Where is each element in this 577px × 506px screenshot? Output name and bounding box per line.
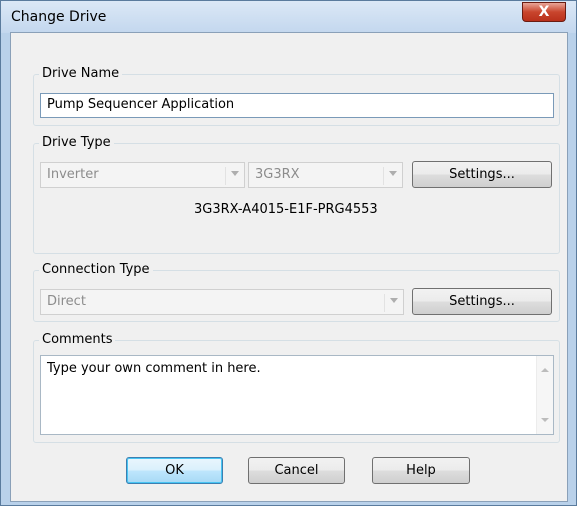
comments-group: Comments Type your own comment in here. [33,332,560,443]
help-button[interactable]: Help [372,457,470,484]
drive-name-input[interactable]: Pump Sequencer Application [40,93,554,118]
drive-series-separator [383,167,384,185]
close-button[interactable]: X [522,2,566,22]
chevron-down-icon [231,171,239,176]
comments-scrollbar[interactable] [536,356,553,434]
window-title: Change Drive [11,9,107,25]
drive-type-legend: Drive Type [39,135,114,150]
dialog-body: Drive Name Pump Sequencer Application Dr… [10,32,568,502]
close-icon: X [538,4,550,20]
drive-name-group: Drive Name Pump Sequencer Application [33,66,560,126]
connection-type-select[interactable]: Direct [40,289,404,315]
drive-model-text: 3G3RX-A4015-E1F-PRG4553 [194,202,378,217]
comments-text: Type your own comment in here. [47,361,261,376]
comments-textarea[interactable]: Type your own comment in here. [40,355,554,435]
title-bar[interactable]: Change Drive X [1,1,576,33]
drive-type-separator [225,167,226,185]
connection-settings-button[interactable]: Settings... [412,288,552,315]
drive-type-group: Drive Type Inverter 3G3RX Settings... 3G… [33,135,560,254]
scroll-up-icon[interactable] [541,368,549,372]
connection-type-value: Direct [47,294,86,309]
drive-type-value: Inverter [47,167,99,182]
ok-button[interactable]: OK [126,457,223,484]
chevron-down-icon [389,171,397,176]
drive-series-value: 3G3RX [255,167,300,182]
chevron-down-icon [390,298,398,303]
connection-type-legend: Connection Type [39,262,153,277]
change-drive-dialog: Change Drive X Drive Name Pump Sequencer… [0,0,577,506]
comments-legend: Comments [39,332,116,347]
drive-type-settings-button[interactable]: Settings... [412,161,552,188]
cancel-button[interactable]: Cancel [248,457,345,484]
drive-type-select[interactable]: Inverter [40,162,245,188]
scroll-down-icon[interactable] [541,418,549,422]
drive-series-select[interactable]: 3G3RX [248,162,403,188]
connection-type-separator [384,294,385,312]
connection-type-group: Connection Type Direct Settings... [33,262,560,322]
drive-name-legend: Drive Name [39,66,123,81]
